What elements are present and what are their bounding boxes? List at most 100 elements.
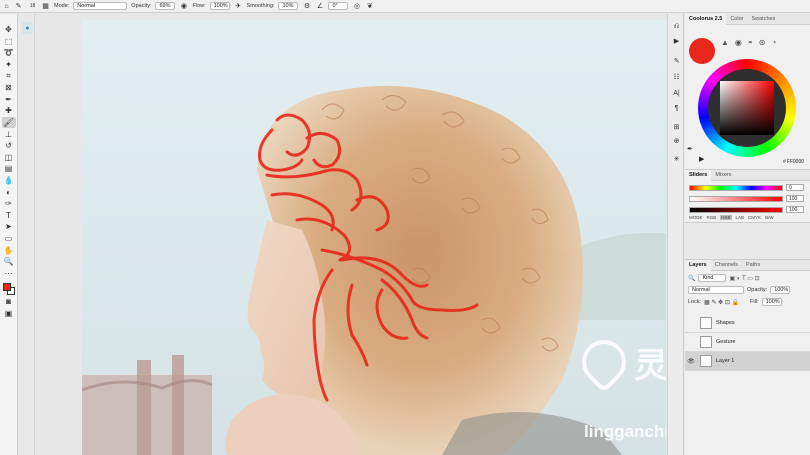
symmetry-butterfly-icon[interactable]: ❦ xyxy=(365,2,374,11)
opacity-field[interactable]: 69% xyxy=(155,2,176,10)
clone-stamp-tool-icon[interactable]: ⊥ xyxy=(2,128,16,140)
flow-field[interactable]: 100% xyxy=(209,2,230,10)
lasso-tool-icon[interactable]: ➰ xyxy=(2,47,16,59)
fill-field[interactable]: 100% xyxy=(761,298,782,306)
swap-colors-icon[interactable]: ▶ xyxy=(699,155,704,163)
document-strip: ● xyxy=(19,14,35,455)
brush-size-picker[interactable]: 18 xyxy=(28,2,37,11)
smoothing-field[interactable]: 10% xyxy=(278,2,299,10)
mode-cmyk[interactable]: CMYK xyxy=(748,215,761,220)
coolorus-panel: ▲ ◉ ◓ ⊛ ◔ ✒ ▶ # FF0000 xyxy=(685,25,810,170)
rectangle-tool-icon[interactable]: ▭ xyxy=(2,233,16,245)
layer-thumbnail xyxy=(700,336,712,348)
mode-select[interactable]: Normal xyxy=(73,2,128,10)
glyphs-panel-icon[interactable]: ⊕ xyxy=(670,136,683,146)
adjustments-panel-icon[interactable]: ☷ xyxy=(670,72,683,82)
layer-name: Shapes xyxy=(716,320,735,326)
brightness-value[interactable]: 100 xyxy=(786,206,804,213)
brush-tool-preset-icon[interactable]: ✎ xyxy=(14,2,23,11)
move-tool-icon[interactable]: ✥ xyxy=(2,24,16,36)
saturation-slider[interactable] xyxy=(689,196,783,202)
pressure-opacity-icon[interactable]: ◉ xyxy=(179,2,188,11)
gamut-mask-icon[interactable]: ◓ xyxy=(748,38,753,47)
airbrush-icon[interactable]: ✈ xyxy=(234,2,243,11)
options-bar: ⌂ ✎ 18 ▦ Mode: Normal Opacity: 69% ◉ Flo… xyxy=(0,0,810,13)
hex-field[interactable]: # FF0000 xyxy=(783,159,804,165)
filter-kind-select[interactable]: Kind xyxy=(698,274,727,282)
saturation-brightness-square[interactable] xyxy=(720,81,774,135)
zoom-tool-icon[interactable]: 🔍 xyxy=(2,256,16,268)
magic-wand-tool-icon[interactable]: ✦ xyxy=(2,59,16,71)
history-panel-icon[interactable]: ⎌ xyxy=(670,22,683,32)
type-tool-icon[interactable]: T xyxy=(2,210,16,222)
smoothing-options-gear-icon[interactable]: ⚙ xyxy=(302,2,311,11)
mode-lab[interactable]: LAB xyxy=(736,215,745,220)
color-swatches xyxy=(2,282,16,296)
tab-color[interactable]: Color xyxy=(726,14,747,25)
screen-mode-icon[interactable]: ▣ xyxy=(2,308,16,320)
blur-tool-icon[interactable]: 💧 xyxy=(2,175,16,187)
layers-panel-tabs: Layers Channels Paths xyxy=(685,259,810,271)
triangle-mode-icon[interactable]: ▲ xyxy=(721,38,729,47)
path-selection-tool-icon[interactable]: ➤ xyxy=(2,221,16,233)
hue-value[interactable]: 0 xyxy=(786,184,804,191)
brightness-slider[interactable] xyxy=(689,207,783,213)
layer-row-gesture[interactable]: Gesture xyxy=(685,333,810,352)
tab-swatches[interactable]: Swatches xyxy=(747,14,779,25)
layer-opacity-field[interactable]: 100% xyxy=(770,286,791,294)
mode-rgb[interactable]: RGB xyxy=(707,215,717,220)
saturation-value[interactable]: 100 xyxy=(786,195,804,202)
angle-field[interactable]: 0° xyxy=(328,2,349,10)
properties-panel-icon[interactable]: ✳ xyxy=(670,154,683,164)
paragraph-panel-icon[interactable]: ¶ xyxy=(670,103,683,113)
pen-tool-icon[interactable]: ✑ xyxy=(2,198,16,210)
frame-tool-icon[interactable]: ⊠ xyxy=(2,82,16,94)
brush-settings-panel-icon[interactable]: ✎ xyxy=(670,56,683,66)
layer-filter-row: 🔍 Kind ▣ ◐ T ▭ ⊡ xyxy=(688,274,760,282)
tab-sliders[interactable]: Sliders xyxy=(685,169,712,181)
eraser-tool-icon[interactable]: ◫ xyxy=(2,152,16,164)
layer-row-layer-1[interactable]: 👁 Layer 1 xyxy=(685,352,810,371)
watermark: 灵感中国 xyxy=(572,330,666,418)
square-mode-icon[interactable]: ◉ xyxy=(735,38,742,47)
tab-coolorus[interactable]: Coolorus 2.5 xyxy=(685,13,727,25)
tab-layers[interactable]: Layers xyxy=(685,259,711,271)
mode-hsb[interactable]: HSB xyxy=(720,215,732,220)
tab-channels[interactable]: Channels xyxy=(711,260,742,271)
tab-paths[interactable]: Paths xyxy=(742,260,764,271)
document-canvas[interactable]: 灵感中国 xyxy=(82,20,666,455)
document-thumbnail[interactable]: ● xyxy=(22,22,33,34)
libraries-panel-icon[interactable]: ⊞ xyxy=(670,122,683,132)
eye-icon[interactable]: 👁 xyxy=(685,358,697,365)
home-icon[interactable]: ⌂ xyxy=(2,2,11,11)
actions-play-icon[interactable]: ▶ xyxy=(670,36,683,46)
current-color-swatch[interactable] xyxy=(689,38,715,64)
foreground-color-swatch[interactable] xyxy=(2,283,11,292)
blend-mode-select[interactable]: Normal xyxy=(688,286,744,294)
hue-slider[interactable] xyxy=(689,185,783,191)
layer-row-shapes[interactable]: Shapes xyxy=(685,314,810,333)
eyedropper-tool-icon[interactable]: ✒ xyxy=(2,94,16,106)
panel-settings-icon[interactable]: ◔ xyxy=(771,38,776,47)
angle-icon: ∠ xyxy=(316,3,324,10)
history-brush-tool-icon[interactable]: ↺ xyxy=(2,140,16,152)
tab-mixers[interactable]: Mixers xyxy=(711,170,735,181)
marquee-tool-icon[interactable]: ⬚ xyxy=(2,36,16,48)
lock-icons[interactable]: ▦ ✎ ✥ ⊡ 🔒 xyxy=(704,299,739,306)
crop-tool-icon[interactable]: ⌗ xyxy=(2,70,16,82)
mode-bw[interactable]: B/W xyxy=(765,215,774,220)
edit-toolbar-more-icon[interactable]: ⋯ xyxy=(2,267,16,279)
hand-tool-icon[interactable]: ✋ xyxy=(2,244,16,256)
gradient-tool-icon[interactable]: ▤ xyxy=(2,163,16,175)
eyedropper-icon[interactable]: ✒ xyxy=(687,145,693,153)
character-panel-icon[interactable]: A| xyxy=(670,88,683,98)
brush-tool-icon[interactable]: 🖌 xyxy=(1,116,16,129)
quick-mask-icon[interactable]: ◙ xyxy=(2,296,16,308)
healing-brush-tool-icon[interactable]: ✚ xyxy=(2,105,16,117)
panel-spacer xyxy=(685,223,810,260)
pressure-size-icon[interactable]: ◎ xyxy=(352,2,361,11)
brush-settings-icon[interactable]: ▦ xyxy=(41,2,50,11)
harmony-icon[interactable]: ⊛ xyxy=(759,38,766,47)
dodge-tool-icon[interactable]: ◐ xyxy=(2,186,16,198)
color-wheel[interactable] xyxy=(698,59,796,157)
